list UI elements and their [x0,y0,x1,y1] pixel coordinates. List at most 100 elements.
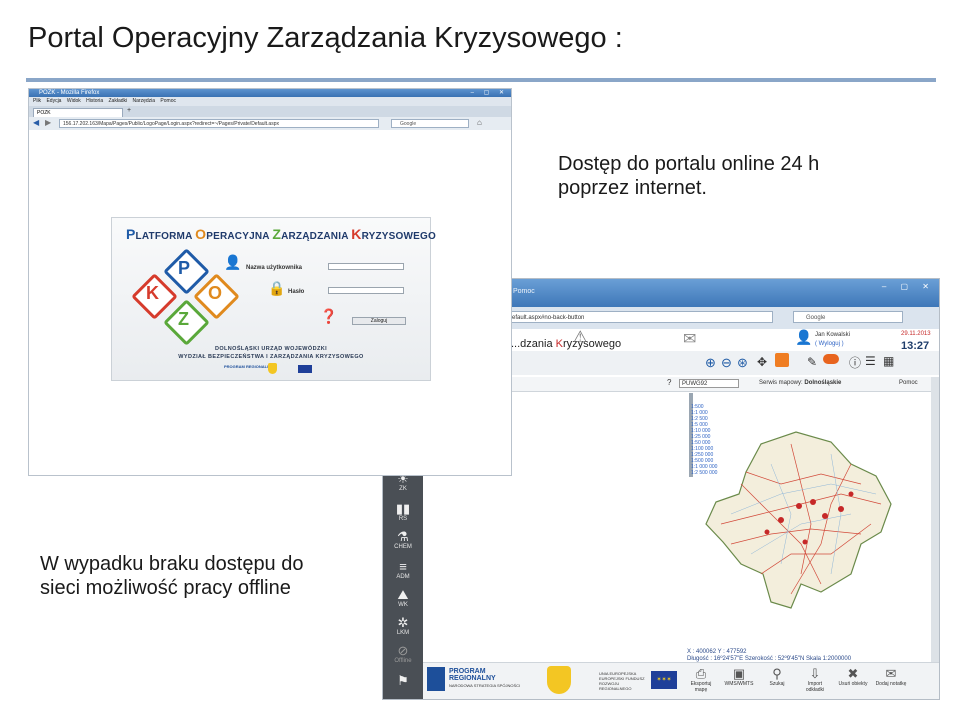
new-tab-icon[interactable]: + [127,107,131,114]
eu-flag-small-icon [298,365,312,373]
program-logo-text: PROGRAM REGIONALNY NARODOWA STRATEGIA SP… [449,668,521,688]
platform-title: PLATFORMA OPERACYJNA ZARZĄDZANIA KRYZYSO… [126,226,436,242]
map-icon: ⛰ [397,587,409,602]
username-input[interactable] [328,263,404,270]
caption-line: poprzez internet. [558,177,707,199]
password-input[interactable] [328,287,404,294]
add-note-button[interactable]: ✉ Dodaj notatkę [875,666,907,688]
layers-icon[interactable]: ☰ [865,354,876,368]
sidebar-item-flag[interactable]: ⚑ [385,673,421,699]
sidebar-item-adm[interactable]: ≡ ADM [385,559,421,587]
zoom-out-icon[interactable]: ⊖ [721,355,732,371]
measure-icon[interactable] [823,354,839,364]
user-icon: 👤 [224,254,242,270]
identify-icon[interactable] [775,353,789,367]
user-info: Jan Kowalski ( Wyloguj ) [815,331,850,349]
login-window-titlebar: POZK - Mozilla Firefox – ▢ ✕ [29,89,511,97]
help-icon[interactable]: ? [667,378,671,387]
online-access-caption: Dostęp do portalu online 24 h poprzez in… [558,152,888,200]
browser-search-field[interactable]: Google [391,119,469,128]
help-user-icon[interactable]: ❓ [320,308,337,325]
title-divider [26,78,936,82]
logout-link[interactable]: ( Wyloguj ) [815,340,850,349]
map-scrollbar[interactable] [931,377,939,662]
logo-k-letter: K [146,283,159,303]
password-label: Hasło [288,289,305,295]
menu-item[interactable]: Plik [33,98,41,104]
tool-label: WMS/WMTS [724,681,754,687]
menu-item[interactable]: Pomoc [160,98,176,104]
login-screenshot: POZK - Mozilla Firefox – ▢ ✕ Plik Edycja… [28,88,512,476]
tool-label: Import odkładki [805,681,825,693]
sidebar-label: RS [398,516,408,522]
login-button[interactable]: Zaloguj [352,317,406,325]
user-avatar-icon: 👤 [795,329,813,345]
globe-icon[interactable]: ⊛ [737,355,748,371]
flag-icon: ⚑ [397,673,409,688]
alert-icon[interactable]: ⚠ [573,327,587,347]
tool-label: Eksportuj mapę [690,681,712,693]
projection-select[interactable]: PUWG92 [679,379,739,388]
info-icon[interactable]: ⓘ [849,354,861,371]
chart-icon: ▮▮ [395,501,411,516]
browser-tab[interactable]: POZK [33,108,123,117]
zoom-in-icon[interactable]: ⊕ [705,355,716,371]
map-window-title: Pomoc [513,288,535,295]
help-link[interactable]: Pomoc [899,380,918,386]
menu-item[interactable]: Narzędzia [133,98,156,104]
sidebar-item-wk[interactable]: ⛰ WK [385,587,421,615]
sidebar-label: LKM [396,630,410,636]
map-service-select[interactable]: Serwis mapowy: Dolnośląskie [759,380,841,386]
print-icon[interactable]: ▦ [883,354,894,368]
map-app-title: ...dzania Kryzysowego [511,338,622,350]
tool-label: Usuń obiekty [838,681,868,687]
sidebar-item-chem[interactable]: ⚗ CHEM [385,529,421,557]
pan-icon[interactable]: ✥ [757,355,767,369]
username-label: Nazwa użytkownika [246,265,303,271]
institution-line1: DOLNOŚLĄSKI URZĄD WOJEWÓDZKI [214,346,328,352]
sidebar-label: WK [398,602,408,608]
window-controls-icon[interactable]: – ▢ ✕ [882,282,935,291]
tool-label: Dodaj notatkę [875,681,907,687]
caption-line: Dostęp do portalu online 24 h [558,153,820,175]
menu-item[interactable]: Historia [86,98,103,104]
note-icon: ✉ [885,666,897,681]
xy-coords: X : 400062 Y : 477592 [687,649,747,655]
home-icon[interactable]: ⌂ [477,118,482,127]
offline-caption: W wypadku braku dostępu do sieci możliwo… [40,552,370,600]
import-button[interactable]: ⇩ Import odkładki [799,666,831,694]
mail-icon[interactable]: ✉ [683,329,696,349]
window-controls-icon[interactable]: – ▢ ✕ [471,89,508,97]
menu-item[interactable]: Widok [67,98,81,104]
gear-icon: ✲ [397,615,409,630]
url-field[interactable]: 156.17.202.163/Mapa/Pages/Public/LogoPag… [59,119,379,128]
map-footer: PROGRAM REGIONALNY NARODOWA STRATEGIA SP… [423,662,939,699]
caption-line: sieci możliwość pracy offline [40,577,291,599]
eu-text: UNIA EUROPEJSKA EUROPEJSKI FUNDUSZ ROZWO… [599,671,645,691]
logo-p-letter: P [178,258,191,278]
sidebar-item-rs[interactable]: ▮▮ RS [385,501,421,529]
search-button[interactable]: ⚲ Szukaj [761,667,793,688]
import-icon: ⇩ [809,666,821,681]
delete-objects-button[interactable]: ✖ Usuń obiekty [837,667,869,688]
back-icon[interactable]: ◀ [33,118,39,127]
sidebar-label: ZK [399,486,407,492]
region-map[interactable] [701,424,901,624]
menu-item[interactable]: Zakładki [109,98,128,104]
coat-of-arms-icon [547,666,571,694]
date-display: 29.11.2013 [901,331,931,337]
lock-icon: 🔒 [268,280,286,296]
tool-label: Szukaj [769,681,785,687]
draw-icon[interactable]: ✎ [807,355,817,369]
sidebar-label: ADM [396,574,410,580]
slide-title: Portal Operacyjny Zarządzania Kryzysoweg… [28,22,623,54]
sidebar-item-offline[interactable]: ⊘ Offline [385,643,421,671]
sidebar-item-lkm[interactable]: ✲ LKM [385,615,421,643]
menu-item[interactable]: Edycja [46,98,61,104]
caption-line: W wypadku braku dostępu do [40,553,304,575]
wms-button[interactable]: ▣ WMS/WMTS [723,667,755,688]
export-map-button[interactable]: ⎙ Eksportuj mapę [685,667,717,694]
map-search-field[interactable]: Google [793,311,903,323]
forward-icon[interactable]: ▶ [45,118,51,127]
map-url-field[interactable]: ...efault.aspx#no-back-button [503,311,773,323]
